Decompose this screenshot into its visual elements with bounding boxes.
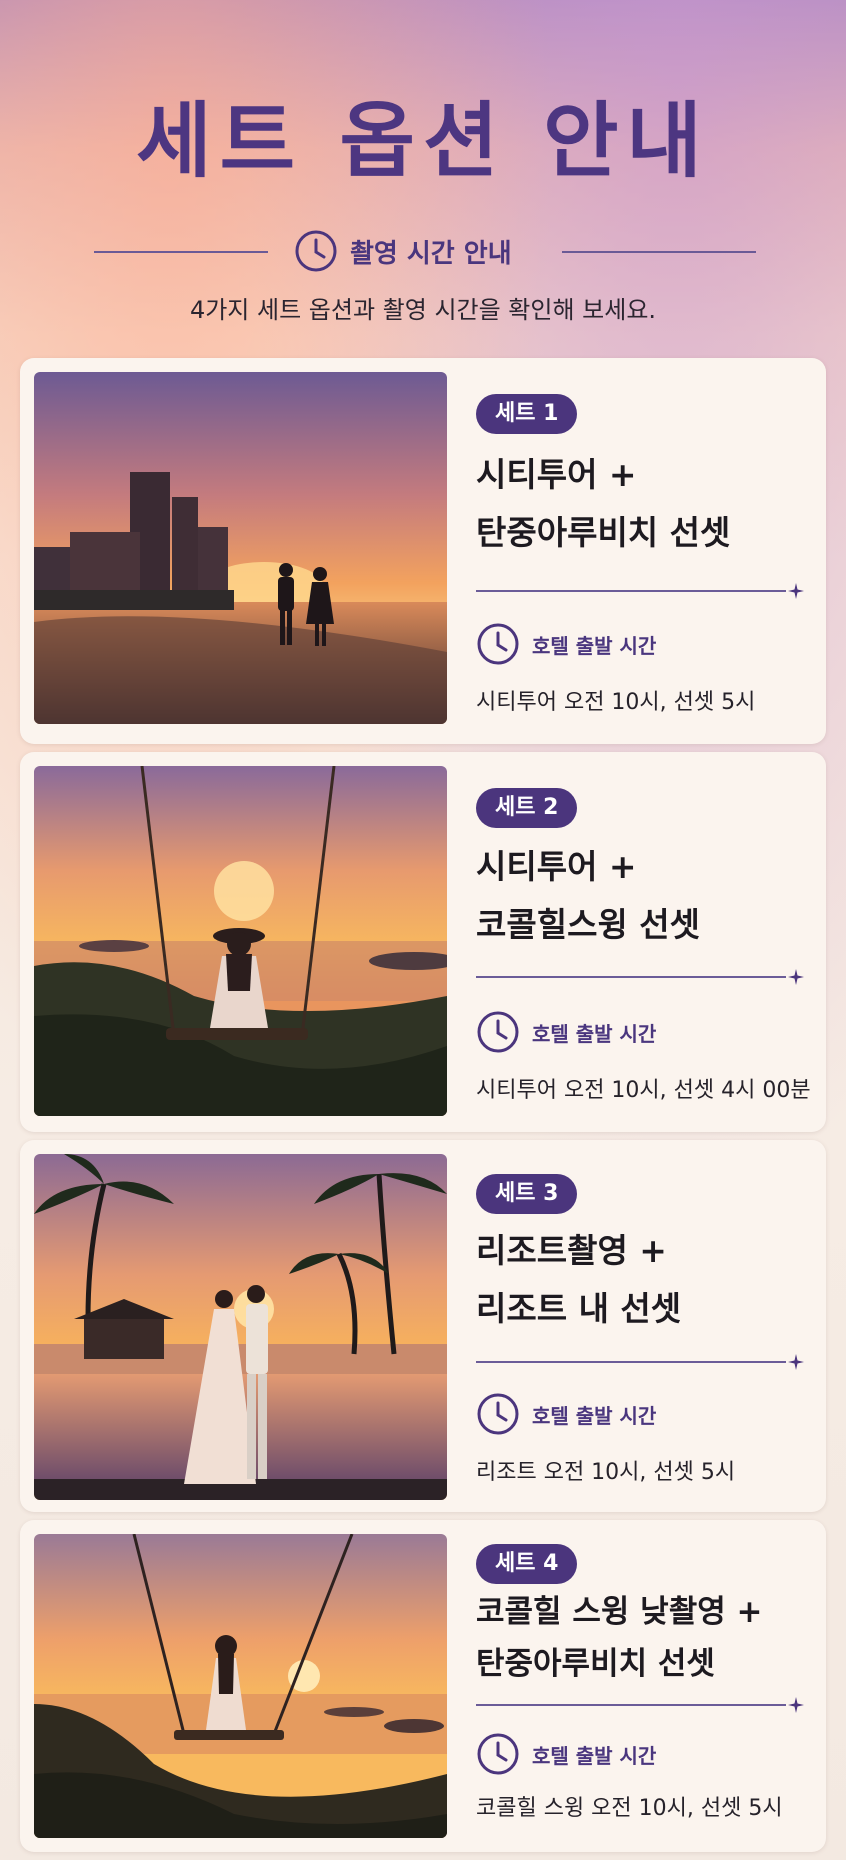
clock-icon — [295, 230, 337, 272]
couple-pool-sunset-image — [34, 1154, 447, 1500]
set-card-4[interactable]: 세트 4 코콜힐 스윙 낮촬영 + 탄중아루비치 선셋 호텔 출발 시간 코콜힐… — [20, 1520, 826, 1852]
subtitle-divider-right — [562, 251, 756, 253]
set-photo-2 — [34, 766, 447, 1116]
subtitle-row: 촬영 시간 안내 — [0, 228, 846, 274]
clock-icon — [477, 623, 519, 665]
clock-icon — [477, 1011, 519, 1053]
set-title-2: 시티투어 + 코콜힐스윙 선셋 — [476, 847, 701, 944]
set-title-4: 코콜힐 스윙 낮촬영 + 탄중아루비치 선셋 — [476, 1594, 763, 1682]
time-value-2: 시티투어 오전 10시, 선셋 4시 00분 — [476, 1078, 811, 1103]
time-label-2: 호텔 출발 시간 — [532, 1021, 657, 1046]
set-photo-4 — [34, 1534, 447, 1838]
set-badge-1: 세트 1 — [476, 394, 578, 434]
set-photo-1 — [34, 372, 447, 724]
set-divider-4 — [476, 1704, 786, 1706]
sparkle-icon — [788, 1354, 804, 1370]
subtitle-divider-left — [94, 251, 268, 253]
couple-beach-sunset-image — [34, 372, 447, 724]
clock-icon — [477, 1733, 519, 1775]
set-card-1[interactable]: 세트 1 시티투어 + 탄중아루비치 선셋 호텔 출발 시간 시티투어 오전 1… — [20, 358, 826, 744]
time-row-3: 호텔 출발 시간 — [476, 1392, 656, 1436]
time-label-3: 호텔 출발 시간 — [532, 1403, 657, 1428]
time-label-1: 호텔 출발 시간 — [532, 633, 657, 658]
time-value-1: 시티투어 오전 10시, 선셋 5시 — [476, 690, 756, 715]
set-badge-4: 세트 4 — [476, 1544, 578, 1584]
clock-icon — [477, 1393, 519, 1435]
set-card-2[interactable]: 세트 2 시티투어 + 코콜힐스윙 선셋 호텔 출발 시간 시티투어 오전 10… — [20, 752, 826, 1132]
woman-swing-sunset-image — [34, 766, 447, 1116]
set-divider-3 — [476, 1361, 786, 1363]
set-card-3[interactable]: 세트 3 리조트촬영 + 리조트 내 선셋 호텔 출발 시간 리조트 오전 10… — [20, 1140, 826, 1512]
sparkle-icon — [788, 583, 804, 599]
sparkle-icon — [788, 1697, 804, 1713]
set-badge-2: 세트 2 — [476, 788, 578, 828]
set-title-3: 리조트촬영 + 리조트 내 선셋 — [476, 1231, 682, 1328]
time-row-4: 호텔 출발 시간 — [476, 1732, 656, 1776]
time-value-4: 코콜힐 스윙 오전 10시, 선셋 5시 — [476, 1796, 783, 1821]
woman-swing-sea-image — [34, 1534, 447, 1838]
set-photo-3 — [34, 1154, 447, 1500]
time-label-4: 호텔 출발 시간 — [532, 1743, 657, 1768]
set-divider-2 — [476, 976, 786, 978]
set-title-1: 시티투어 + 탄중아루비치 선셋 — [476, 455, 731, 552]
time-row-1: 호텔 출발 시간 — [476, 622, 656, 666]
page-title: 세트 옵션 안내 — [136, 93, 710, 189]
set-badge-3: 세트 3 — [476, 1174, 578, 1214]
header: 세트 옵션 안내 촬영 시간 안내 4가지 세트 옵션과 촬영 시간을 확인해 … — [0, 0, 846, 350]
page-subtitle: 촬영 시간 안내 — [350, 238, 512, 269]
time-row-2: 호텔 출발 시간 — [476, 1010, 656, 1054]
time-value-3: 리조트 오전 10시, 선셋 5시 — [476, 1460, 736, 1485]
set-divider-1 — [476, 590, 786, 592]
sparkle-icon — [788, 969, 804, 985]
page-description: 4가지 세트 옵션과 촬영 시간을 확인해 보세요. — [189, 296, 657, 324]
